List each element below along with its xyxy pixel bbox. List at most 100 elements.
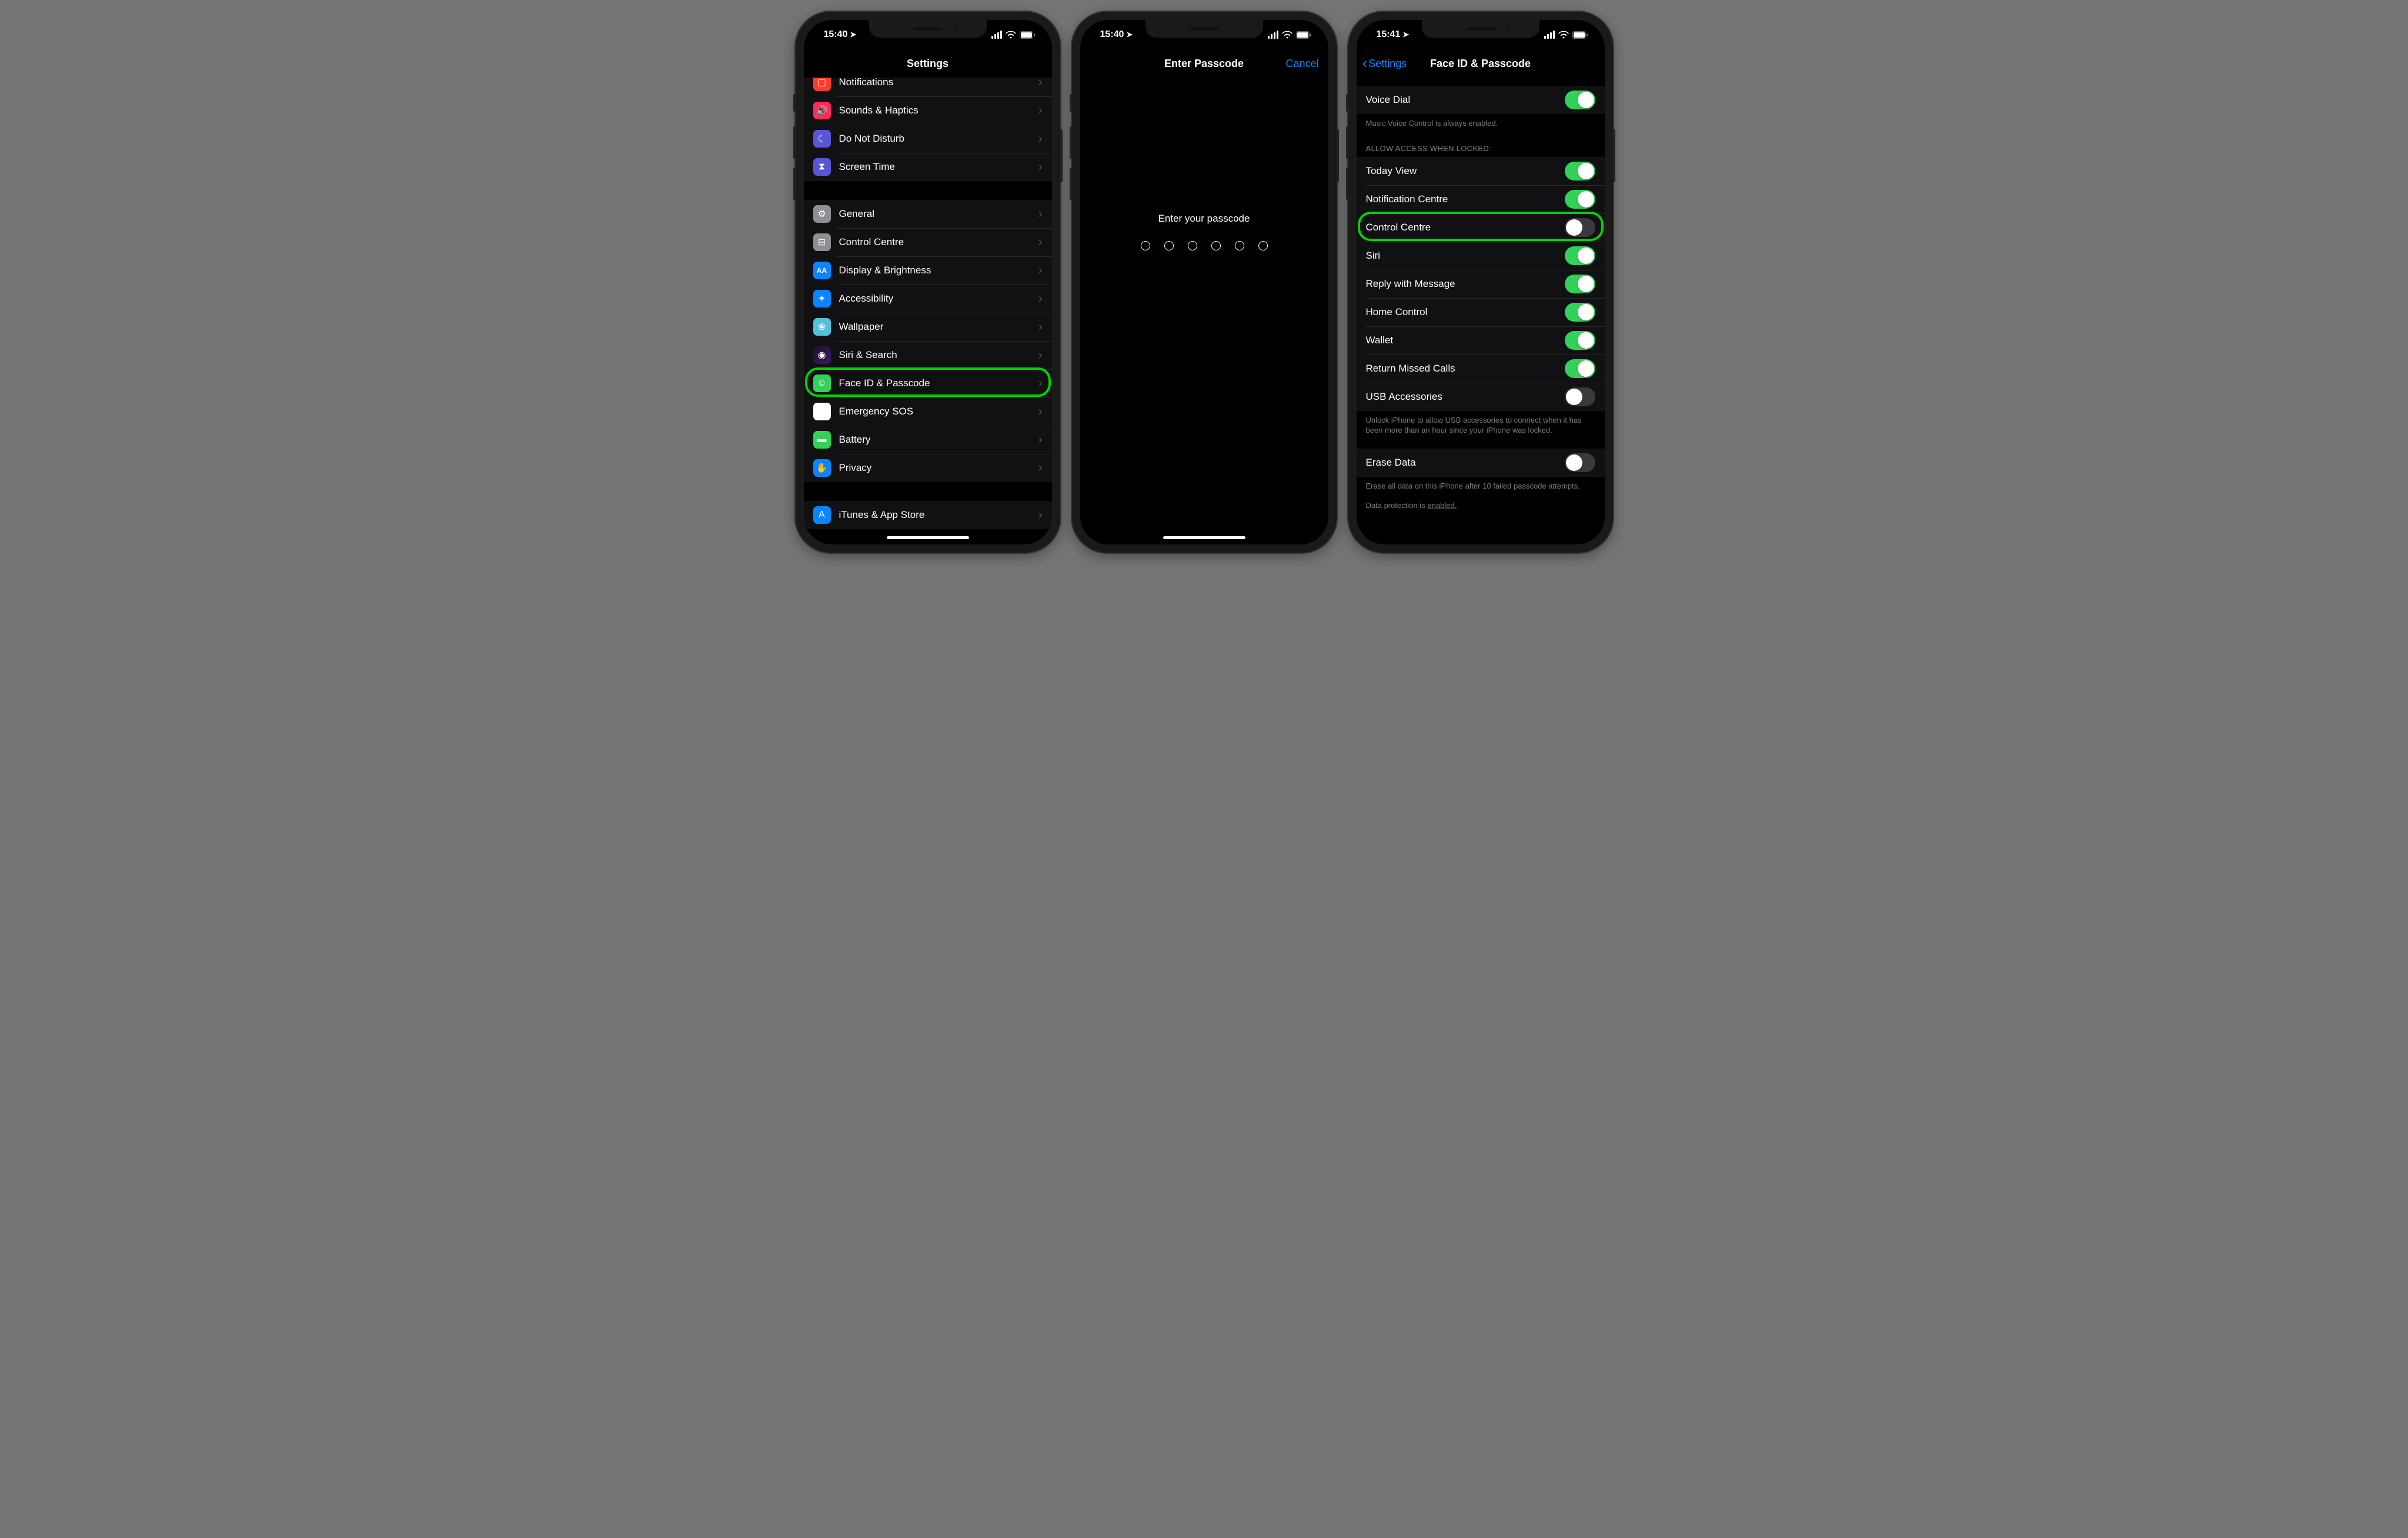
chevron-right-icon: ›	[1038, 132, 1043, 146]
row-label: Display & Brightness	[839, 265, 1038, 276]
chevron-right-icon: ›	[1038, 208, 1043, 221]
row-today[interactable]: Today View	[1357, 157, 1605, 185]
faceid-settings-list[interactable]: Voice Dial Music Voice Control is always…	[1357, 78, 1605, 544]
row-voice-dial[interactable]: Voice Dial	[1357, 86, 1605, 114]
toggle-siri[interactable]	[1565, 246, 1595, 265]
toggle-home[interactable]	[1565, 303, 1595, 322]
row-missed[interactable]: Return Missed Calls	[1357, 355, 1605, 383]
battery-icon	[1572, 31, 1588, 39]
row-label: Face ID & Passcode	[839, 377, 1038, 389]
toggle-missed[interactable]	[1565, 359, 1595, 378]
location-icon: ➤	[1126, 30, 1133, 39]
toggle-wallet[interactable]	[1565, 331, 1595, 350]
settings-row-screentime[interactable]: ⧗Screen Time›	[804, 153, 1052, 181]
row-reply[interactable]: Reply with Message	[1357, 270, 1605, 298]
dp-text-a: Data protection is	[1366, 501, 1428, 510]
settings-row-privacy[interactable]: ✋Privacy›	[804, 454, 1052, 482]
mute-switch[interactable]	[1070, 94, 1072, 112]
volume-down[interactable]	[793, 168, 796, 200]
settings-row-general[interactable]: ⚙General›	[804, 200, 1052, 228]
chevron-right-icon: ›	[1038, 292, 1043, 306]
siri-icon: ◉	[813, 346, 831, 364]
nav-bar: Enter Passcode Cancel	[1080, 49, 1328, 78]
row-label: Reply with Message	[1366, 278, 1565, 290]
settings-row-controlcentre[interactable]: ⊟Control Centre›	[804, 228, 1052, 256]
usb-footer: Unlock iPhone to allow USB accessories t…	[1357, 411, 1605, 439]
chevron-right-icon: ›	[1038, 320, 1043, 334]
hand-icon: ✋	[813, 459, 831, 477]
toggle-usb[interactable]	[1565, 387, 1595, 406]
aa-icon: AA	[813, 262, 831, 279]
chevron-right-icon: ›	[1038, 264, 1043, 277]
toggle-erase-data[interactable]	[1565, 453, 1595, 472]
chevron-right-icon: ›	[1038, 433, 1043, 447]
settings-row-wallpaper[interactable]: ❀Wallpaper›	[804, 313, 1052, 341]
passcode-dot	[1211, 241, 1221, 250]
passcode-dot	[1141, 241, 1150, 250]
toggle-voice-dial[interactable]	[1565, 91, 1595, 109]
chevron-right-icon: ›	[1038, 349, 1043, 362]
row-label: Control Centre	[839, 236, 1038, 248]
toggle-cc[interactable]	[1565, 218, 1595, 237]
settings-row-sounds[interactable]: 🔊Sounds & Haptics›	[804, 96, 1052, 125]
phone-settings: 15:40 ➤ Settings ▢Notifications›🔊Sounds …	[796, 12, 1060, 553]
settings-row-itunes[interactable]: AiTunes & App Store›	[804, 501, 1052, 529]
volume-down[interactable]	[1070, 168, 1072, 200]
side-button[interactable]	[1613, 129, 1615, 182]
cellular-icon	[1268, 31, 1278, 39]
row-usb[interactable]: USB Accessories	[1357, 383, 1605, 411]
settings-row-notifications[interactable]: ▢Notifications›	[804, 78, 1052, 96]
row-label: Do Not Disturb	[839, 133, 1038, 145]
row-label: Notifications	[839, 78, 1038, 88]
passcode-dot	[1258, 241, 1268, 250]
row-notif[interactable]: Notification Centre	[1357, 185, 1605, 213]
row-label: Emergency SOS	[839, 406, 1038, 417]
toggle-notif[interactable]	[1565, 190, 1595, 209]
back-button[interactable]: ‹ Settings	[1362, 56, 1407, 71]
home-indicator[interactable]	[887, 536, 969, 539]
volume-up[interactable]	[1346, 126, 1348, 159]
home-indicator[interactable]	[1163, 536, 1245, 539]
cancel-button[interactable]: Cancel	[1285, 58, 1318, 70]
side-button[interactable]	[1060, 129, 1063, 182]
cellular-icon	[991, 31, 1002, 39]
settings-row-siri[interactable]: ◉Siri & Search›	[804, 341, 1052, 369]
row-label: Erase Data	[1366, 457, 1565, 469]
volume-up[interactable]	[793, 126, 796, 159]
toggle-reply[interactable]	[1565, 275, 1595, 293]
chevron-right-icon: ›	[1038, 509, 1043, 522]
row-erase-data[interactable]: Erase Data	[1357, 449, 1605, 477]
notch	[869, 20, 987, 38]
chevron-right-icon: ›	[1038, 104, 1043, 118]
volume-up[interactable]	[1070, 126, 1072, 159]
gear-icon: ⚙	[813, 205, 831, 223]
row-label: Voice Dial	[1366, 94, 1565, 106]
row-cc[interactable]: Control Centre	[1357, 213, 1605, 242]
chevron-left-icon: ‹	[1362, 55, 1368, 71]
passcode-dot	[1188, 241, 1197, 250]
mute-switch[interactable]	[1346, 94, 1348, 112]
row-home[interactable]: Home Control	[1357, 298, 1605, 326]
side-button[interactable]	[1337, 129, 1339, 182]
toggles-icon: ⊟	[813, 233, 831, 251]
mute-switch[interactable]	[793, 94, 796, 112]
toggle-today[interactable]	[1565, 162, 1595, 180]
settings-row-faceid[interactable]: ☺Face ID & Passcode›	[804, 369, 1052, 397]
passcode-dots[interactable]	[1080, 241, 1328, 250]
row-wallet[interactable]: Wallet	[1357, 326, 1605, 355]
chevron-right-icon: ›	[1038, 462, 1043, 475]
row-label: Screen Time	[839, 161, 1038, 173]
row-siri[interactable]: Siri	[1357, 242, 1605, 270]
settings-row-sos[interactable]: SOSEmergency SOS›	[804, 397, 1052, 426]
volume-down[interactable]	[1346, 168, 1348, 200]
passcode-prompt: Enter your passcode	[1080, 213, 1328, 225]
moon-icon: ☾	[813, 130, 831, 148]
settings-row-display[interactable]: AA Display & Brightness›	[804, 256, 1052, 285]
settings-row-dnd[interactable]: ☾ Do Not Disturb›	[804, 125, 1052, 153]
settings-list[interactable]: ▢Notifications›🔊Sounds & Haptics› ☾ Do Not…	[804, 78, 1052, 544]
settings-row-battery[interactable]: ▬Battery›	[804, 426, 1052, 454]
settings-row-accessibility[interactable]: ✦Accessibility›	[804, 285, 1052, 313]
chevron-right-icon: ›	[1038, 405, 1043, 419]
notch	[1145, 20, 1263, 38]
location-icon: ➤	[1402, 30, 1409, 39]
